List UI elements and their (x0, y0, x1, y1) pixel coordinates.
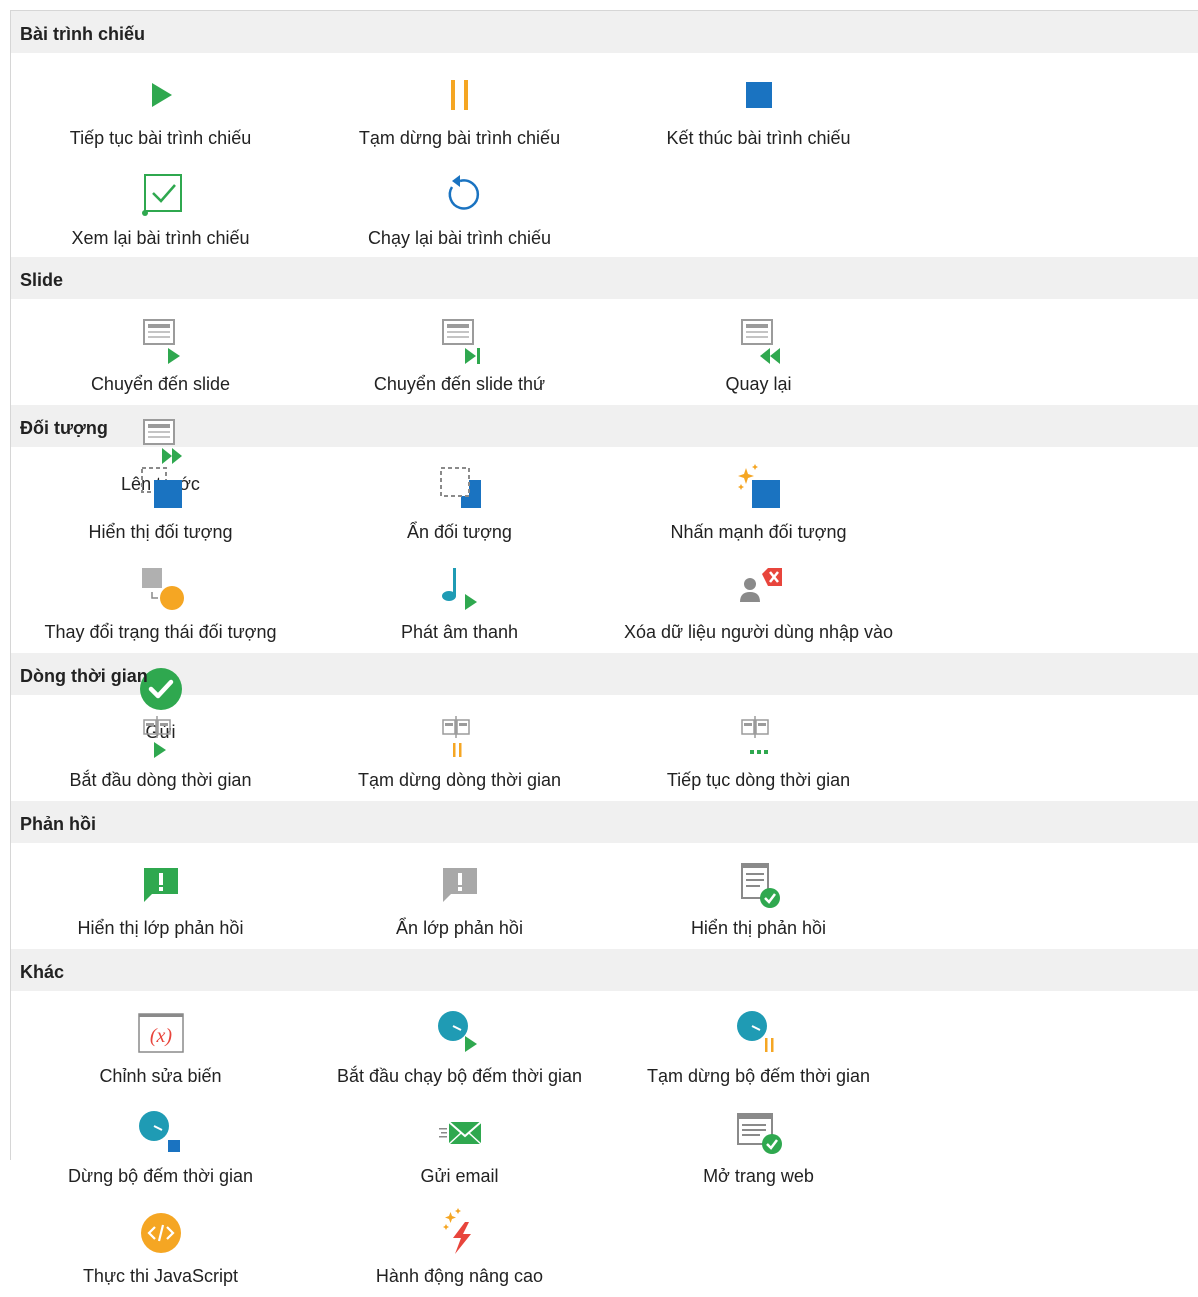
timeline-pause-icon (432, 709, 488, 765)
action-hide-feedback-layer[interactable]: Ẩn lớp phản hồi (310, 849, 609, 949)
slide-goto-number-icon (432, 313, 488, 369)
action-show-object[interactable]: Hiển thị đối tượng (11, 453, 310, 553)
action-show-feedback[interactable]: Hiển thị phản hồi (609, 849, 908, 949)
action-label: Bắt đầu dòng thời gian (69, 770, 252, 790)
open-webpage-icon (731, 1105, 787, 1161)
action-pause-timer[interactable]: Tạm dừng bộ đếm thời gian (609, 997, 908, 1097)
action-previous-slide[interactable]: Quay lại (609, 305, 908, 405)
action-label: Thực thi JavaScript (82, 1266, 239, 1286)
action-label: Ẩn đối tượng (407, 522, 512, 542)
emphasize-object-icon (731, 461, 787, 517)
action-start-timer[interactable]: Bắt đầu chạy bộ đếm thời gian (310, 997, 609, 1097)
action-execute-javascript[interactable]: Thực thi JavaScript (11, 1197, 310, 1297)
action-label: Tạm dừng bài trình chiếu (358, 128, 561, 148)
action-picker-panel: Bài trình chiếu Tiếp tục bài trình chiếu… (10, 10, 1198, 1286)
action-clear-user-input[interactable]: Xóa dữ liệu người dùng nhập vào (609, 553, 908, 653)
action-resume-timeline[interactable]: Tiếp tục dòng thời gian (609, 701, 908, 801)
execute-javascript-icon (133, 1205, 189, 1261)
svg-text:(x): (x) (149, 1025, 172, 1047)
replay-icon (432, 167, 488, 223)
action-label: Hiển thị lớp phản hồi (77, 918, 244, 938)
action-label: Hiển thị phản hồi (690, 918, 827, 938)
section-slide: Chuyển đến slide Chuyển đến slide thứ Qu… (11, 299, 1198, 494)
action-end-slideshow[interactable]: Kết thúc bài trình chiếu (609, 59, 908, 159)
play-audio-icon (432, 561, 488, 617)
action-hide-object[interactable]: Ẩn đối tượng (310, 453, 609, 553)
slide-goto-icon (133, 313, 189, 369)
action-label: Bắt đầu chạy bộ đếm thời gian (337, 1066, 582, 1086)
hide-feedback-layer-icon (432, 857, 488, 913)
action-pause-slideshow[interactable]: Tạm dừng bài trình chiếu (310, 59, 609, 159)
change-state-icon (133, 561, 189, 617)
action-label: Quay lại (725, 374, 792, 394)
clear-user-input-icon (731, 561, 787, 617)
action-label: Tiếp tục bài trình chiếu (69, 128, 252, 148)
send-email-icon (432, 1105, 488, 1161)
action-label: Chạy lại bài trình chiếu (367, 228, 552, 248)
action-label: Hiển thị đối tượng (88, 522, 233, 542)
section-other: (x) Chỉnh sửa biến Bắt đầu chạy bộ đếm t… (11, 991, 1198, 1286)
timeline-start-icon (133, 709, 189, 765)
action-label: Chuyển đến slide (90, 374, 231, 394)
action-label: Mở trang web (703, 1166, 814, 1186)
action-change-object-state[interactable]: Thay đổi trạng thái đối tượng (11, 553, 310, 653)
action-pause-timeline[interactable]: Tạm dừng dòng thời gian (310, 701, 609, 801)
action-stop-timer[interactable]: Dừng bộ đếm thời gian (11, 1097, 310, 1197)
action-label: Tiếp tục dòng thời gian (666, 770, 851, 790)
section-timeline: Bắt đầu dòng thời gian Tạm dừng dòng thờ… (11, 695, 1198, 801)
action-label: Phát âm thanh (400, 622, 519, 642)
play-icon (133, 67, 189, 123)
pause-icon (432, 67, 488, 123)
action-resume-slideshow[interactable]: Tiếp tục bài trình chiếu (11, 59, 310, 159)
action-open-webpage[interactable]: Mở trang web (609, 1097, 908, 1197)
action-label: Hành động nâng cao (375, 1266, 544, 1286)
stop-icon (731, 67, 787, 123)
section-header-slideshow: Bài trình chiếu (11, 11, 1198, 53)
action-label: Nhấn mạnh đối tượng (670, 522, 847, 542)
section-feedback: Hiển thị lớp phản hồi Ẩn lớp phản hồi Hi… (11, 843, 1198, 949)
action-label: Xóa dữ liệu người dùng nhập vào (623, 622, 894, 642)
action-label: Tạm dừng dòng thời gian (358, 770, 561, 790)
timer-pause-icon (731, 1005, 787, 1061)
show-feedback-layer-icon (133, 857, 189, 913)
action-label: Gửi email (420, 1166, 499, 1186)
section-slideshow: Tiếp tục bài trình chiếu Tạm dừng bài tr… (11, 53, 1198, 257)
timer-start-icon (432, 1005, 488, 1061)
section-objects: Hiển thị đối tượng Ẩn đối tượng Nhấn mạn… (11, 447, 1198, 742)
advanced-action-icon (432, 1205, 488, 1261)
action-label: Tạm dừng bộ đếm thời gian (647, 1066, 870, 1086)
action-restart-slideshow[interactable]: Chạy lại bài trình chiếu (310, 159, 609, 259)
action-emphasize-object[interactable]: Nhấn mạnh đối tượng (609, 453, 908, 553)
show-object-icon (133, 461, 189, 517)
timeline-resume-icon (731, 709, 787, 765)
action-advanced-action[interactable]: Hành động nâng cao (310, 1197, 609, 1297)
action-edit-variable[interactable]: (x) Chỉnh sửa biến (11, 997, 310, 1097)
review-checkbox-icon (133, 167, 189, 223)
action-show-feedback-layer[interactable]: Hiển thị lớp phản hồi (11, 849, 310, 949)
action-label: Chuyển đến slide thứ (373, 374, 546, 394)
action-label: Dừng bộ đếm thời gian (68, 1166, 253, 1186)
action-start-timeline[interactable]: Bắt đầu dòng thời gian (11, 701, 310, 801)
action-send-email[interactable]: Gửi email (310, 1097, 609, 1197)
edit-variable-icon: (x) (133, 1005, 189, 1061)
action-review-slideshow[interactable]: Xem lại bài trình chiếu (11, 159, 310, 259)
action-goto-slide-number[interactable]: Chuyển đến slide thứ (310, 305, 609, 405)
timer-stop-icon (133, 1105, 189, 1161)
hide-object-icon (432, 461, 488, 517)
action-label: Kết thúc bài trình chiếu (666, 128, 851, 148)
action-label: Thay đổi trạng thái đối tượng (44, 622, 277, 642)
action-play-audio[interactable]: Phát âm thanh (310, 553, 609, 653)
action-label: Ẩn lớp phản hồi (396, 918, 523, 938)
action-label: Chỉnh sửa biến (99, 1066, 222, 1086)
action-goto-slide[interactable]: Chuyển đến slide (11, 305, 310, 405)
show-feedback-icon (731, 857, 787, 913)
slide-previous-icon (731, 313, 787, 369)
action-label: Xem lại bài trình chiếu (71, 228, 250, 248)
section-header-slide: Slide (11, 257, 1198, 299)
